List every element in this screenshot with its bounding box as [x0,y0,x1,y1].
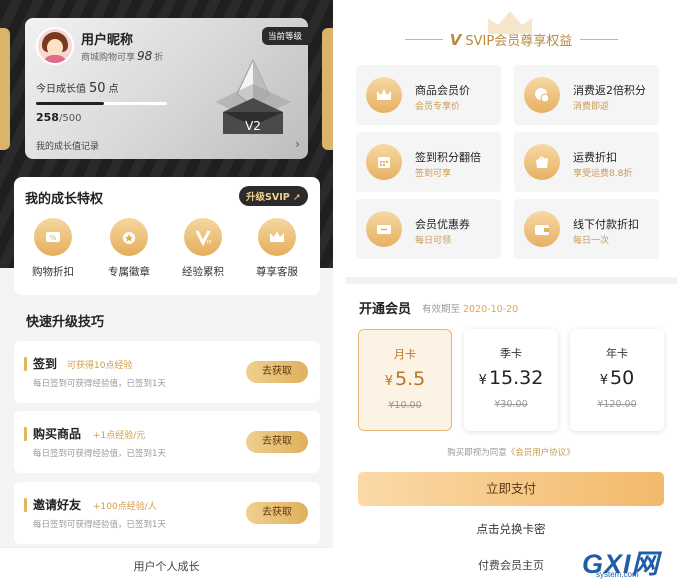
tip-reward: +100点经验/人 [93,502,157,512]
screen: 用户昵称 商城购物可享 98 折 当前等级 今日成长值 50 点 258/500 我的成… [0,0,677,583]
privilege-item-experience[interactable]: IP 经验累积 [173,218,233,279]
current-level-badge: 当前等级 [261,27,308,45]
pay-now-button[interactable]: 立即支付 [358,472,664,506]
wallet-icon [524,211,560,247]
tip-name: 购买商品 [33,427,82,441]
plan-original-price: ¥10.00 [388,400,422,411]
tip-name: 签到 [33,357,58,371]
nickname: 用户昵称 [81,33,134,48]
discount-coupon-icon: % [34,218,72,256]
arrow-up-icon: ➚ [293,192,301,203]
crown-icon [258,218,296,256]
valid-date: 2020-10-20 [463,304,519,315]
growth-progress-fill [36,102,104,105]
svg-text:%: % [50,234,57,242]
privilege-item-exclusive-badge[interactable]: 专属徽章 [99,218,159,279]
tip-desc: 每日签到可获得经验值，已签到1天 [33,520,166,530]
privilege-item-premium-service[interactable]: 尊享客服 [247,218,307,279]
coins-icon [524,77,560,113]
left-footer: 用户个人成长 [0,547,333,583]
plan-original-price: ¥30.00 [494,399,528,410]
discount-value: 98 [137,49,153,63]
growth-count: 258/500 [36,111,82,124]
growth-today: 今日成长值 50 点 [36,81,119,96]
tip-card-checkin: 签到 可获得10点经验 每日签到可获得经验值，已签到1天 去获取 [14,341,320,403]
shopping-bag-icon [524,144,560,180]
open-membership-title: 开通会员 [359,302,412,317]
plan-price: ¥15.32 [478,367,544,389]
svip-title: V SVIP会员尊享权益 [449,31,573,49]
section-separator [345,277,677,284]
page-caption: 用户个人成长 [133,560,200,573]
membership-page: V SVIP会员尊享权益 商品会员价 会员专享价 消费返2倍积分 消费即返 签到积… [345,0,677,583]
benefit-double-points[interactable]: 消费返2倍积分 消费即返 [514,65,659,125]
redeem-card-link[interactable]: 点击兑换卡密 [345,521,677,537]
growth-today-value: 50 [89,81,106,96]
medal-icon [110,218,148,256]
get-button-purchase[interactable]: 去获取 [246,431,308,453]
get-button-checkin[interactable]: 去获取 [246,361,308,383]
plan-card-monthly[interactable]: 月卡 ¥5.5 ¥10.00 [358,329,452,431]
tip-reward: 可获得10点经验 [67,361,133,371]
plan-original-price: ¥120.00 [597,399,637,410]
svg-text:IP: IP [207,240,212,246]
tip-reward: +1点经验/元 [93,431,146,441]
plan-price: ¥5.5 [384,368,426,390]
watermark-logo: GXI网 system.com [582,549,660,579]
tip-desc: 每日签到可获得经验值，已签到1天 [33,379,166,389]
growth-progress-bar [36,102,167,105]
level-emblem-icon: V2 [215,58,291,134]
plan-card-yearly[interactable]: 年卡 ¥50 ¥120.00 [570,329,664,431]
agreement-text: 购买即视为同意《会员用户协议》 [447,448,575,458]
plan-card-quarterly[interactable]: 季卡 ¥15.32 ¥30.00 [464,329,558,431]
benefit-member-coupon[interactable]: 会员优惠券 每日可领 [356,199,501,259]
plan-price: ¥50 [599,367,635,389]
tips-title: 快速升级技巧 [26,315,105,330]
crown-icon [366,77,402,113]
benefit-offline-discount[interactable]: 线下付款折扣 每日一次 [514,199,659,259]
prev-level-card-edge[interactable] [0,28,10,150]
tip-desc: 每日签到可获得经验值，已签到1天 [33,449,166,459]
shopping-discount: 商城购物可享 98 折 [81,49,164,63]
panel-divider [333,0,345,583]
benefit-checkin-points[interactable]: 签到积分翻倍 签到可享 [356,132,501,192]
privileges-card: 我的成长特权 升级SVIP ➚ % 购物折扣 专属徽章 IP 经验累积 尊享客服 [14,177,320,295]
agreement-link[interactable]: 《会员用户协议》 [507,448,575,458]
growth-page: 用户昵称 商城购物可享 98 折 当前等级 今日成长值 50 点 258/500 我的成… [0,0,333,583]
tip-name: 邀请好友 [33,498,82,512]
growth-record-link[interactable]: 我的成长值记录 [36,139,99,152]
svip-header: V SVIP会员尊享权益 [345,0,677,60]
next-level-card-edge[interactable] [322,28,333,150]
validity: 有效期至 2020-10-20 [422,304,519,315]
header-divider-right [580,39,618,40]
tip-card-invite: 邀请好友 +100点经验/人 每日签到可获得经验值，已签到1天 去获取 [14,482,320,544]
benefit-shipping-discount[interactable]: 运费折扣 享受运费8.8折 [514,132,659,192]
ticket-icon [366,211,402,247]
get-button-invite[interactable]: 去获取 [246,502,308,524]
privilege-item-shopping-discount[interactable]: % 购物折扣 [23,218,83,279]
avatar[interactable] [36,27,74,65]
vip-badge-icon: IP [184,218,222,256]
calendar-icon [366,144,402,180]
tip-card-purchase: 购买商品 +1点经验/元 每日签到可获得经验值，已签到1天 去获取 [14,411,320,473]
upgrade-svip-button[interactable]: 升级SVIP ➚ [239,186,308,206]
level-label: V2 [245,119,261,133]
privileges-title: 我的成长特权 [25,192,104,207]
level-card: 用户昵称 商城购物可享 98 折 当前等级 今日成长值 50 点 258/500 我的成… [25,18,308,159]
benefit-member-price[interactable]: 商品会员价 会员专享价 [356,65,501,125]
